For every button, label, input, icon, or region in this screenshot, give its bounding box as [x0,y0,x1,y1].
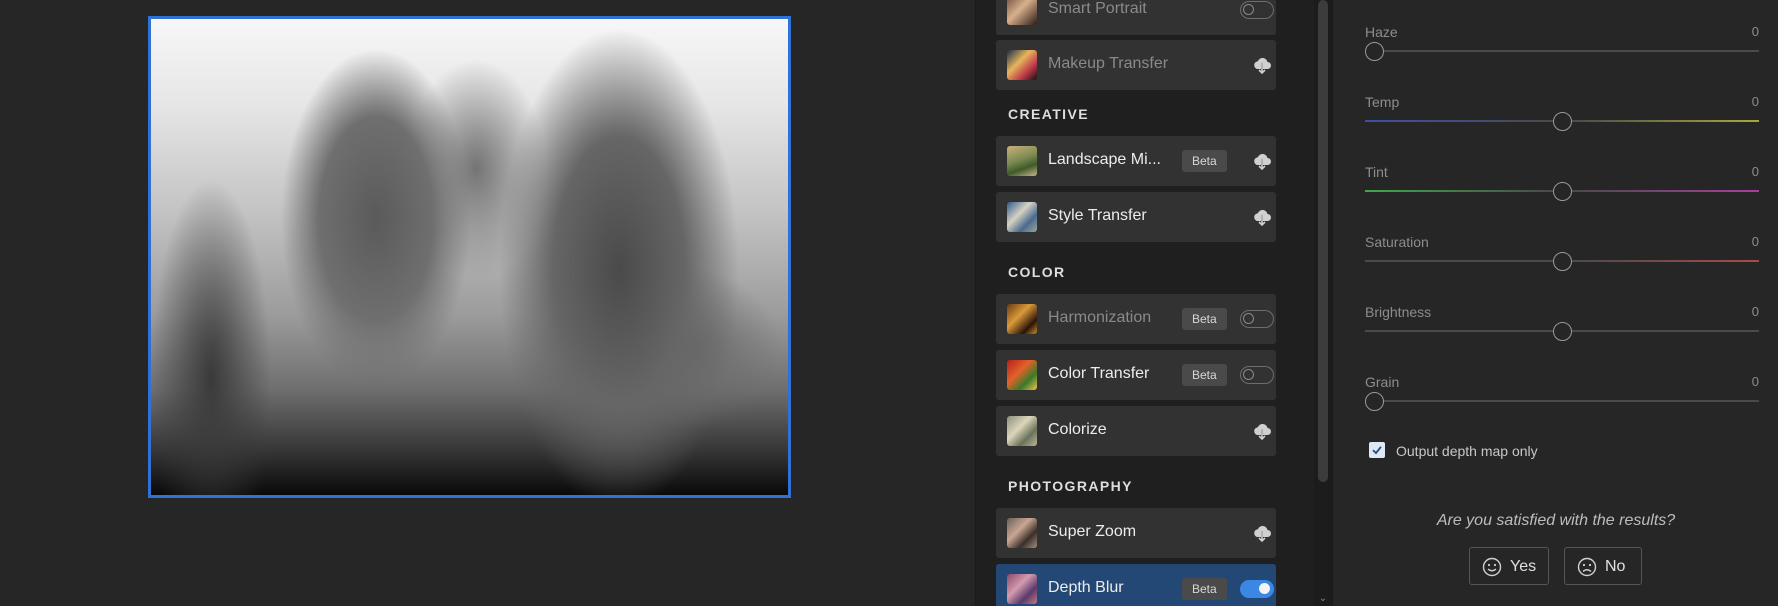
smile-icon [1482,557,1502,577]
filter-toggle[interactable] [1240,1,1274,19]
temp-value: 0 [1751,94,1759,109]
filter-thumbnail [1007,416,1037,446]
filter-item-harmonization[interactable]: Harmonization Beta [996,294,1276,344]
filter-label: Super Zoom [1048,523,1137,540]
grain-handle[interactable] [1365,392,1384,411]
filter-item-super-zoom[interactable]: Super Zoom [996,508,1276,558]
feedback-yes-button[interactable]: Yes [1469,547,1549,585]
cloud-download-icon[interactable] [1251,54,1273,76]
output-depth-map-label: Output depth map only [1396,443,1538,459]
filter-label: Style Transfer [1048,207,1147,224]
feedback-question: Are you satisfied with the results? [1436,512,1676,529]
filter-label: Color Transfer [1048,365,1150,382]
adjustments-panel: Haze 0 Temp 0 Tint 0 Saturation 0 Brightness 0 Gra… [1332,0,1778,606]
temp-label: Temp [1365,94,1400,110]
temp-handle[interactable] [1553,112,1572,131]
canvas-area [0,0,975,606]
filter-label: Landscape Mi... [1048,151,1161,168]
filter-item-smart-portrait[interactable]: Smart Portrait [996,0,1276,35]
filter-thumbnail [1007,574,1037,604]
tint-label: Tint [1365,164,1388,180]
filter-label: Smart Portrait [1048,0,1147,17]
scroll-down-icon[interactable]: ⌄ [1317,594,1329,604]
temp-slider[interactable]: Temp 0 [1365,94,1759,154]
filter-item-colorize[interactable]: Colorize [996,406,1276,456]
saturation-handle[interactable] [1553,252,1572,271]
grain-slider[interactable]: Grain 0 [1365,374,1759,434]
filters-panel: Smart Portrait Makeup Transfer CREATIVE Lan… [975,0,1315,606]
filter-thumbnail [1007,50,1037,80]
brightness-value: 0 [1751,304,1759,319]
haze-value: 0 [1751,24,1759,39]
tint-handle[interactable] [1553,182,1572,201]
filter-toggle[interactable] [1240,310,1274,328]
tint-slider[interactable]: Tint 0 [1365,164,1759,224]
beta-badge: Beta [1182,308,1227,330]
filter-thumbnail [1007,518,1037,548]
haze-slider[interactable]: Haze 0 [1365,24,1759,84]
filter-label: Depth Blur [1048,579,1124,596]
scrollbar-thumb[interactable] [1318,0,1328,482]
toggle-knob [1243,313,1254,324]
grain-label: Grain [1365,374,1400,390]
saturation-slider[interactable]: Saturation 0 [1365,234,1759,294]
saturation-value: 0 [1751,234,1759,249]
section-title-color: COLOR [1008,264,1066,280]
beta-badge: Beta [1182,150,1227,172]
filter-toggle[interactable] [1240,580,1274,598]
brightness-label: Brightness [1365,304,1432,320]
filter-item-makeup-transfer[interactable]: Makeup Transfer [996,40,1276,90]
haze-track[interactable] [1365,50,1759,52]
filters-scrollbar[interactable]: ⌄ [1314,0,1332,606]
cloud-download-icon[interactable] [1251,522,1273,544]
brightness-handle[interactable] [1553,322,1572,341]
beta-badge: Beta [1182,578,1227,600]
haze-handle[interactable] [1365,42,1384,61]
grain-track[interactable] [1365,400,1759,402]
filter-toggle[interactable] [1240,366,1274,384]
toggle-knob [1243,369,1254,380]
filter-item-color-transfer[interactable]: Color Transfer Beta [996,350,1276,400]
filter-thumbnail [1007,0,1037,25]
toggle-knob [1259,583,1270,594]
filter-item-style-transfer[interactable]: Style Transfer [996,192,1276,242]
beta-badge: Beta [1182,364,1227,386]
section-title-photography: PHOTOGRAPHY [1008,478,1133,494]
frown-icon [1577,557,1597,577]
filter-item-landscape-mi[interactable]: Landscape Mi... Beta [996,136,1276,186]
haze-label: Haze [1365,24,1398,40]
no-label: No [1605,558,1626,575]
filter-thumbnail [1007,146,1037,176]
cloud-download-icon[interactable] [1251,420,1273,442]
output-depth-map-checkbox[interactable] [1369,442,1385,458]
filter-item-depth-blur[interactable]: Depth Blur Beta [996,564,1276,606]
filter-thumbnail [1007,202,1037,232]
filter-thumbnail [1007,360,1037,390]
brightness-slider[interactable]: Brightness 0 [1365,304,1759,364]
toggle-knob [1243,4,1254,15]
saturation-label: Saturation [1365,234,1429,250]
cloud-download-icon[interactable] [1251,206,1273,228]
depth-map-preview[interactable] [148,16,791,498]
feedback-no-button[interactable]: No [1564,547,1642,585]
grain-value: 0 [1751,374,1759,389]
checkmark-icon [1370,443,1384,457]
filter-label: Colorize [1048,421,1107,438]
cloud-download-icon[interactable] [1251,150,1273,172]
yes-label: Yes [1510,558,1537,575]
filter-label: Makeup Transfer [1048,55,1169,72]
tint-value: 0 [1751,164,1759,179]
section-title-creative: CREATIVE [1008,106,1089,122]
filter-thumbnail [1007,304,1037,334]
filter-label: Harmonization [1048,309,1152,326]
